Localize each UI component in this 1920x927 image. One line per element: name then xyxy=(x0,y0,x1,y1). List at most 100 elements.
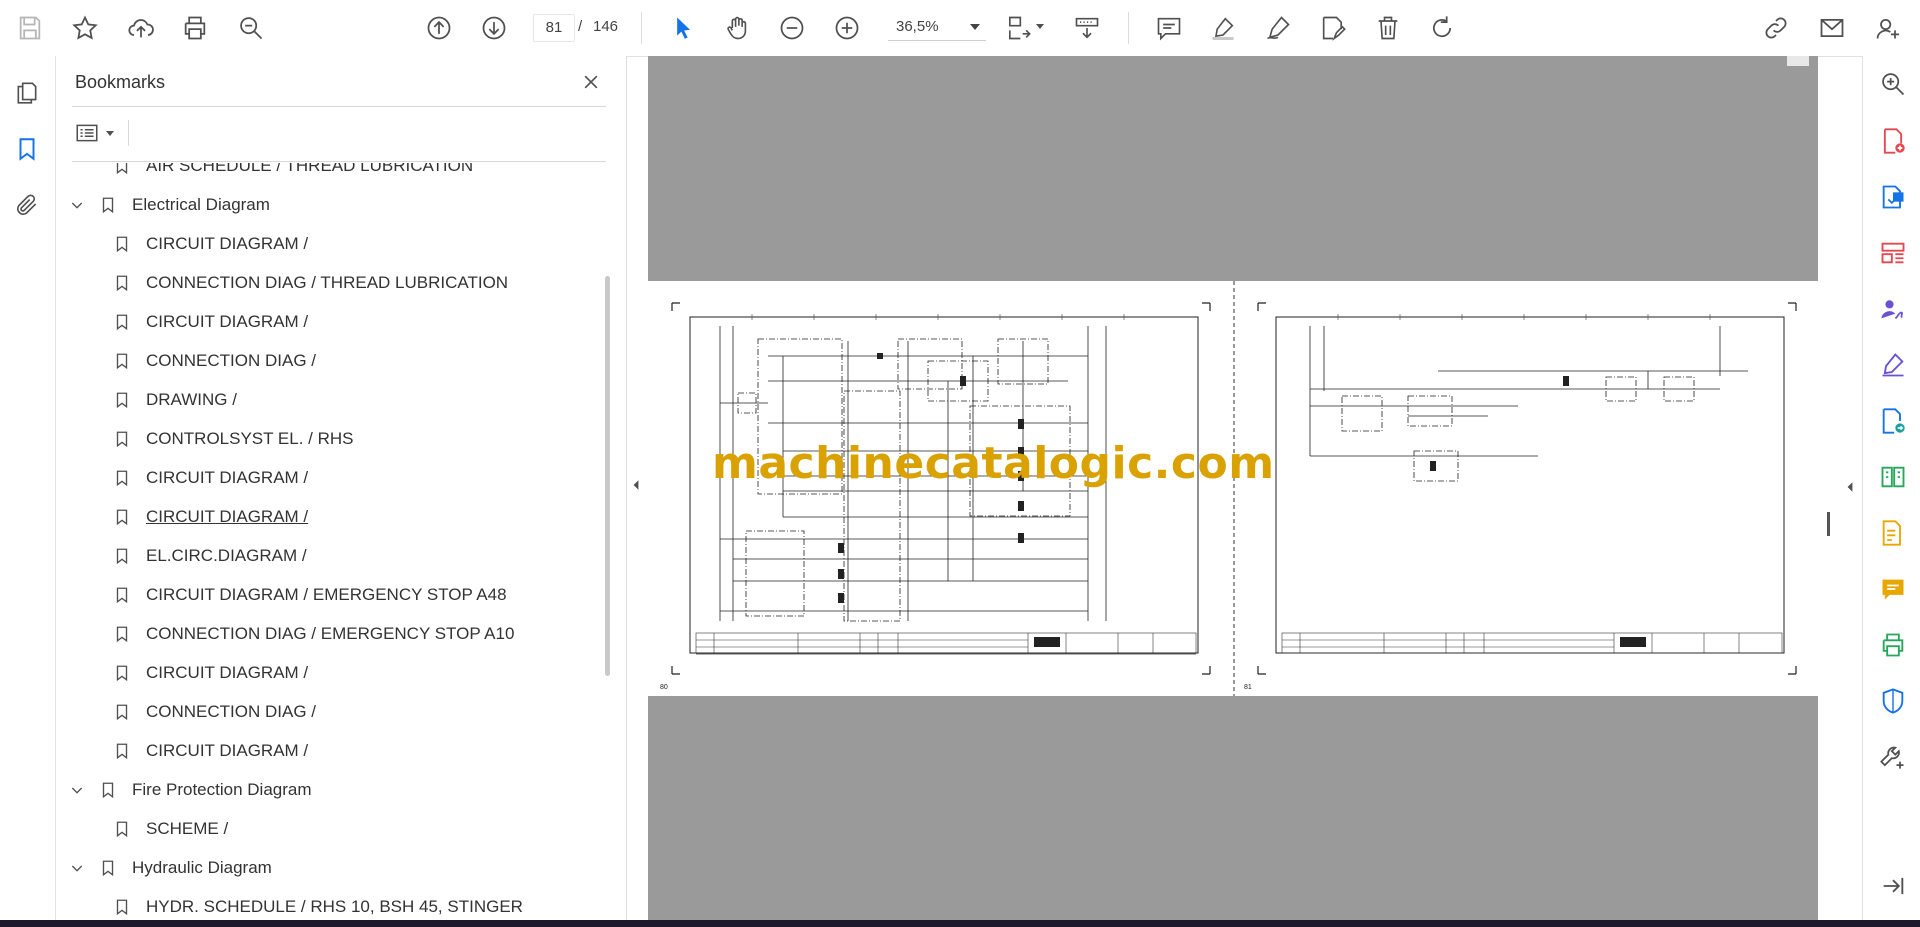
print-production-icon[interactable] xyxy=(1877,629,1909,661)
bookmark-label: CONNECTION DIAG / xyxy=(146,350,317,370)
divider xyxy=(128,120,129,146)
bookmark-item[interactable]: CIRCUIT DIAGRAM / xyxy=(112,224,308,263)
bookmark-item[interactable]: CONTROLSYST EL. / RHS xyxy=(112,419,354,458)
chevron-down-icon[interactable] xyxy=(68,196,86,214)
bookmark-item[interactable]: DRAWING / xyxy=(112,380,237,419)
attachment-icon[interactable] xyxy=(10,188,44,222)
bookmark-item[interactable]: CONNECTION DIAG / THREAD LUBRICATION xyxy=(112,263,508,302)
bookmark-item[interactable]: SCHEME / xyxy=(112,809,228,848)
send-review-icon[interactable] xyxy=(1877,405,1909,437)
bookmarks-scrollbar[interactable] xyxy=(605,276,610,676)
highlight-icon[interactable] xyxy=(1205,10,1241,46)
bookmark-icon xyxy=(112,740,132,762)
edit-pdf-icon[interactable] xyxy=(1877,517,1909,549)
request-signature-icon[interactable] xyxy=(1877,293,1909,325)
bookmark-item[interactable]: AIR SCHEDULE / THREAD LUBRICATION xyxy=(112,163,473,185)
print-icon[interactable] xyxy=(177,10,213,46)
page-separator: / xyxy=(578,18,583,35)
bookmark-item[interactable]: HYDR. SCHEDULE / RHS 10, BSH 45, STINGER xyxy=(112,887,523,920)
bookmark-section-fire-protection[interactable]: Fire Protection Diagram xyxy=(68,770,312,809)
bookmark-icon xyxy=(112,428,132,450)
bookmark-item-selected[interactable]: CIRCUIT DIAGRAM / xyxy=(112,497,308,536)
bookmark-section-hydraulic[interactable]: Hydraulic Diagram xyxy=(68,848,272,887)
page-fit-icon[interactable] xyxy=(1000,10,1036,46)
previous-page-icon[interactable] xyxy=(421,10,457,46)
bookmark-icon xyxy=(112,467,132,489)
right-page-number: 81 xyxy=(1244,684,1252,691)
zoom-search-icon[interactable] xyxy=(233,10,269,46)
main-toolbar: 81 / 146 36,5% xyxy=(0,0,1920,57)
bookmark-label: CONNECTION DIAG / EMERGENCY STOP A10 xyxy=(146,623,515,643)
divider xyxy=(72,106,606,107)
bookmark-label: CIRCUIT DIAGRAM / xyxy=(146,311,309,331)
bookmark-label: CONNECTION DIAG / THREAD LUBRICATION xyxy=(146,272,509,292)
bookmark-item[interactable]: CIRCUIT DIAGRAM / xyxy=(112,653,308,692)
bookmark-options-button[interactable] xyxy=(74,118,118,148)
page-thumbnails-icon[interactable] xyxy=(10,76,44,110)
bookmark-section-electrical[interactable]: Electrical Diagram xyxy=(68,185,270,224)
trash-icon[interactable] xyxy=(1370,10,1406,46)
toolbar-divider xyxy=(1128,12,1129,44)
bookmark-item[interactable]: CIRCUIT DIAGRAM / xyxy=(112,731,308,770)
close-icon[interactable] xyxy=(577,68,605,96)
add-user-icon[interactable] xyxy=(1870,10,1906,46)
comment-tool-icon[interactable] xyxy=(1877,573,1909,605)
scrollbar-thumb[interactable] xyxy=(1827,512,1830,536)
expand-panel-icon[interactable] xyxy=(1877,870,1909,902)
page-number-input[interactable]: 81 xyxy=(533,14,575,42)
bookmark-label: CONTROLSYST EL. / RHS xyxy=(146,428,354,448)
bookmark-item[interactable]: CONNECTION DIAG / EMERGENCY STOP A10 xyxy=(112,614,514,653)
more-tools-icon[interactable] xyxy=(1877,741,1909,773)
chevron-down-icon[interactable] xyxy=(1036,24,1044,29)
compare-files-icon[interactable] xyxy=(1877,461,1909,493)
bookmark-label: EL.CIRC.DIAGRAM / xyxy=(146,545,307,565)
hand-tool-icon[interactable] xyxy=(719,10,755,46)
bookmark-icon[interactable] xyxy=(10,132,44,166)
export-pdf-icon[interactable] xyxy=(1877,181,1909,213)
bookmark-label: AIR SCHEDULE / THREAD LUBRICATION xyxy=(146,163,474,175)
select-cursor-icon[interactable] xyxy=(665,10,701,46)
protect-shield-icon[interactable] xyxy=(1877,685,1909,717)
bookmark-item[interactable]: CONNECTION DIAG / xyxy=(112,341,316,380)
taskbar-edge xyxy=(0,920,1920,927)
bookmark-item[interactable]: CIRCUIT DIAGRAM / xyxy=(112,458,308,497)
collapse-left-panel-icon[interactable] xyxy=(626,470,646,500)
bookmark-label: CONNECTION DIAG / xyxy=(146,701,317,721)
organize-pages-icon[interactable] xyxy=(1877,237,1909,269)
bookmark-label: CIRCUIT DIAGRAM / xyxy=(146,662,309,682)
bookmarks-title: Bookmarks xyxy=(75,72,166,92)
edit-text-icon[interactable] xyxy=(1315,10,1351,46)
bookmark-tree: AIR SCHEDULE / THREAD LUBRICATION Electr… xyxy=(56,163,596,920)
next-page-icon[interactable] xyxy=(476,10,512,46)
bookmark-item[interactable]: CIRCUIT DIAGRAM / EMERGENCY STOP A48 xyxy=(112,575,507,614)
save-icon[interactable] xyxy=(12,10,48,46)
create-pdf-icon[interactable] xyxy=(1877,125,1909,157)
email-icon[interactable] xyxy=(1814,10,1850,46)
bookmark-label: CIRCUIT DIAGRAM / xyxy=(146,506,309,526)
fill-sign-icon[interactable] xyxy=(1877,349,1909,381)
collapse-right-panel-icon[interactable] xyxy=(1840,472,1860,502)
left-page-number: 80 xyxy=(660,684,668,691)
bookmark-icon xyxy=(112,233,132,255)
star-icon[interactable] xyxy=(67,10,103,46)
scroll-mode-icon[interactable] xyxy=(1069,10,1105,46)
scrollbar-thumb[interactable] xyxy=(1787,56,1809,66)
bookmark-item[interactable]: CIRCUIT DIAGRAM / xyxy=(112,302,308,341)
share-link-icon[interactable] xyxy=(1758,10,1794,46)
chevron-down-icon[interactable] xyxy=(68,859,86,877)
redo-icon[interactable] xyxy=(1424,10,1460,46)
zoom-in-tool-icon[interactable] xyxy=(1877,68,1909,100)
bookmark-item[interactable]: CONNECTION DIAG / xyxy=(112,692,316,731)
zoom-level-select[interactable]: 36,5% xyxy=(888,14,986,41)
upload-cloud-icon[interactable] xyxy=(123,10,159,46)
bookmark-label: Fire Protection Diagram xyxy=(132,779,312,799)
chevron-down-icon[interactable] xyxy=(68,781,86,799)
zoom-out-icon[interactable] xyxy=(774,10,810,46)
comment-icon[interactable] xyxy=(1151,10,1187,46)
zoom-in-icon[interactable] xyxy=(829,10,865,46)
zoom-level-value: 36,5% xyxy=(896,18,939,35)
page-total: 146 xyxy=(593,18,619,35)
draw-pen-icon[interactable] xyxy=(1260,10,1296,46)
bookmark-icon xyxy=(112,389,132,411)
bookmark-item[interactable]: EL.CIRC.DIAGRAM / xyxy=(112,536,307,575)
